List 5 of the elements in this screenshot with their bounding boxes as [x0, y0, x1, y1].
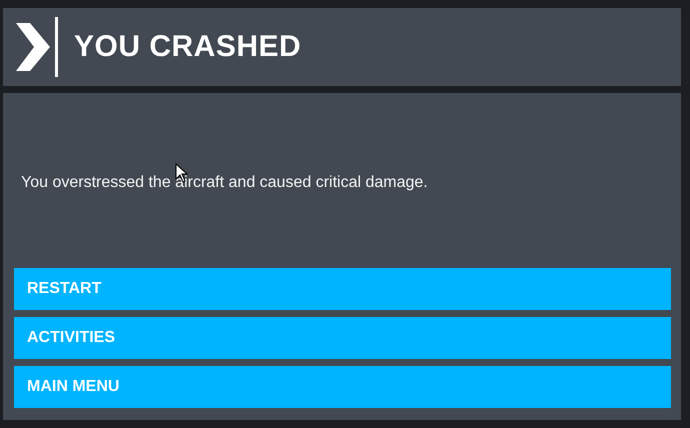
- menu-button[interactable]: MAIN MENU: [14, 366, 671, 408]
- menu-button[interactable]: ACTIVITIES: [14, 317, 671, 359]
- crash-message: You overstressed the aircraft and caused critical damage.: [21, 174, 428, 192]
- dialog-title: YOU CRASHED: [74, 30, 302, 64]
- menu-button[interactable]: RESTART: [14, 268, 671, 310]
